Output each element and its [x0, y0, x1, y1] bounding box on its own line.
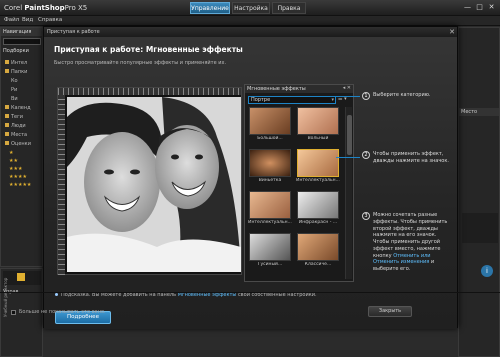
tab-edit[interactable]: Правка: [272, 2, 306, 14]
panel-scrollbar[interactable]: [345, 107, 352, 279]
effect-thumbnail[interactable]: Большой...: [248, 107, 292, 143]
app-title: Corel PaintShopPro X5: [4, 4, 88, 12]
dont-show-label: Больше не показывать это окно.: [19, 309, 106, 315]
tip-bullet-icon: [55, 293, 58, 296]
effect-thumbnail[interactable]: Классиче...: [296, 233, 340, 269]
ruler-vertical: [58, 95, 65, 275]
tree-item[interactable]: Ри: [11, 87, 17, 93]
callout-number: 2: [362, 151, 370, 159]
effect-thumbnail[interactable]: Вольный: [296, 107, 340, 143]
dialog-footer-divider: [0, 292, 500, 293]
callout-number: 3: [362, 212, 370, 220]
tab-adjust[interactable]: Настройка: [232, 2, 270, 14]
folder-icon[interactable]: [17, 273, 25, 281]
title-bar: Corel PaintShopPro X5 Управление Настрой…: [0, 0, 500, 16]
effect-thumbnail[interactable]: Виньетка: [248, 149, 292, 185]
callout-number: 1: [362, 92, 370, 100]
maximize-button[interactable]: □: [474, 3, 485, 12]
close-button[interactable]: Закрыть: [368, 306, 412, 317]
right-panel-tab[interactable]: Место: [459, 108, 499, 116]
rating-5[interactable]: ★★★★★: [9, 182, 31, 188]
right-panel-section: [462, 213, 498, 243]
scrollbar-thumb[interactable]: [347, 115, 352, 155]
panel-controls[interactable]: ◂ ✕: [343, 85, 351, 91]
tree-item[interactable]: Календ: [5, 105, 31, 111]
callout-2: 2 Чтобы применить эффект, дважды нажмите…: [362, 151, 454, 169]
rating-2[interactable]: ★★: [9, 158, 18, 164]
tree-item[interactable]: Теги: [5, 114, 23, 120]
app-window: Corel PaintShopPro X5 Управление Настрой…: [0, 0, 500, 357]
callout-3: 3 Можно сочетать разные эффекты. Чтобы п…: [362, 212, 454, 272]
callout-text: Можно сочетать разные эффекты. Чтобы при…: [373, 212, 448, 272]
menu-help[interactable]: Справка: [38, 17, 62, 23]
ruler-horizontal: [58, 88, 241, 95]
rating-3[interactable]: ★★★: [9, 166, 22, 172]
undo-changes-link[interactable]: Отменить изменения: [373, 259, 429, 265]
callout-line-2: [336, 157, 360, 158]
getting-started-dialog: Приступая к работе ✕ Приступая к работе:…: [43, 26, 458, 329]
close-window-button[interactable]: ✕: [486, 3, 497, 12]
instant-effects-panel: Мгновенные эффекты ◂ ✕ Портре ▾ ☰ ▾ Боль…: [244, 84, 354, 282]
callout-text: Чтобы применить эффект, дважды нажмите н…: [373, 151, 449, 164]
effect-thumbnails: Большой... Вольный Виньетка Интеллектуал…: [248, 107, 344, 279]
effect-thumbnail-selected[interactable]: Интеллектуальн...: [296, 149, 340, 185]
dialog-body: Приступая к работе: Мгновенные эффекты Б…: [44, 37, 457, 329]
panel-title: Мгновенные эффекты ◂ ✕: [245, 85, 353, 93]
category-select[interactable]: Портре ▾: [248, 96, 336, 104]
tree-item[interactable]: Ви: [11, 96, 18, 102]
category-value: Портре: [251, 97, 271, 103]
nav-search-input[interactable]: [3, 38, 41, 45]
couple-photo: [67, 97, 241, 272]
right-panel: Место i: [458, 27, 500, 357]
undo-link[interactable]: Отменить или: [393, 253, 430, 259]
panel-title-text: Мгновенные эффекты: [247, 86, 306, 92]
navigation-panel: Навигация Подборки Интел Папки Ко Ри Ви …: [0, 27, 43, 267]
learning-center-label[interactable]: Учебный редактор: [3, 278, 8, 317]
minimize-button[interactable]: —: [462, 3, 473, 12]
tab-manage[interactable]: Управление: [190, 2, 230, 14]
tree-item[interactable]: Места: [5, 132, 27, 138]
dialog-title-bar: Приступая к работе ✕: [44, 27, 457, 37]
menu-view[interactable]: Вид: [22, 17, 33, 23]
effect-thumbnail[interactable]: Интеллектуальн...: [248, 191, 292, 227]
tree-item[interactable]: Оценки: [5, 141, 31, 147]
tree-item[interactable]: Ко: [11, 78, 18, 84]
dialog-window-title: Приступая к работе: [47, 29, 100, 35]
navigation-header: Навигация: [1, 28, 42, 36]
menu-bar: Файл Вид Справка: [0, 16, 500, 26]
dialog-heading: Приступая к работе: Мгновенные эффекты: [54, 45, 243, 54]
effect-thumbnail[interactable]: Гусиный...: [248, 233, 292, 269]
rating-4[interactable]: ★★★★: [9, 174, 27, 180]
couple-photo-image: [67, 97, 241, 272]
effect-thumbnail[interactable]: Инфракрасн - ...: [296, 191, 340, 227]
tree-item[interactable]: Люди: [5, 123, 26, 129]
tree-item[interactable]: Папки: [5, 69, 27, 75]
menu-file[interactable]: Файл: [4, 17, 19, 23]
dialog-close-icon[interactable]: ✕: [449, 28, 455, 36]
chevron-down-icon[interactable]: ▾: [331, 97, 334, 104]
callout-line-1: [336, 96, 360, 97]
rating-1[interactable]: ★: [9, 150, 13, 156]
info-icon[interactable]: i: [481, 265, 493, 277]
callout-text: Выберите категорию.: [373, 92, 431, 98]
dialog-subtitle: Быстро просматривайте популярные эффекты…: [54, 60, 227, 66]
collections-tab[interactable]: Подборки: [3, 48, 29, 54]
photo-preview: [57, 87, 242, 275]
tree-item[interactable]: Интел: [5, 60, 27, 66]
dont-show-checkbox[interactable]: [11, 310, 16, 315]
callout-1: 1 Выберите категорию.: [362, 92, 454, 102]
